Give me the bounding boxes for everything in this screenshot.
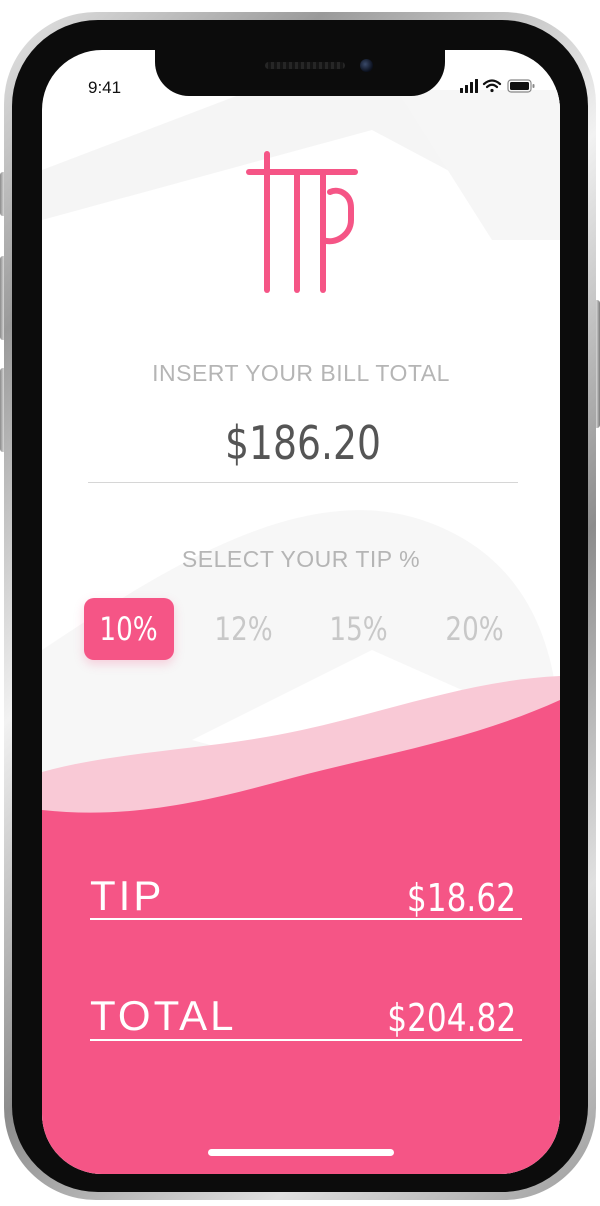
tip-option-label: 12%	[214, 610, 274, 648]
tip-amount-value: $18.62	[406, 876, 516, 920]
status-icons	[460, 79, 535, 93]
total-amount-value: $204.82	[387, 996, 516, 1040]
bill-total-input[interactable]: $186.20	[127, 416, 480, 470]
signal-icon	[460, 79, 478, 93]
tip-amount-label: TIP	[90, 872, 165, 919]
tip-option-12[interactable]: 12%	[199, 598, 289, 660]
total-amount-label: TOTAL	[90, 992, 237, 1039]
total-row-divider	[90, 1039, 522, 1041]
tip-logo	[246, 151, 358, 293]
device-notch	[155, 50, 445, 96]
tip-option-label: 15%	[329, 610, 389, 648]
wifi-icon	[482, 79, 502, 93]
phone-device: 9:41 INSERT YOUR BILL TOTAL $186.20 SELE…	[0, 0, 600, 1206]
tip-option-20[interactable]: 20%	[430, 598, 520, 660]
battery-icon	[507, 79, 535, 93]
tip-percent-label: SELECT YOUR TIP %	[181, 546, 421, 572]
tip-option-15[interactable]: 15%	[314, 598, 404, 660]
status-time: 9:41	[88, 78, 122, 97]
tip-option-label: 10%	[99, 610, 159, 648]
bill-total-label: INSERT YOUR BILL TOTAL	[152, 360, 450, 386]
tip-option-10[interactable]: 10%	[84, 598, 174, 660]
front-camera	[360, 59, 373, 72]
speaker-grille	[265, 62, 345, 69]
tip-row-divider	[90, 918, 522, 920]
home-indicator[interactable]	[208, 1149, 394, 1156]
bill-input-underline	[88, 482, 518, 483]
tip-option-label: 20%	[445, 610, 505, 648]
